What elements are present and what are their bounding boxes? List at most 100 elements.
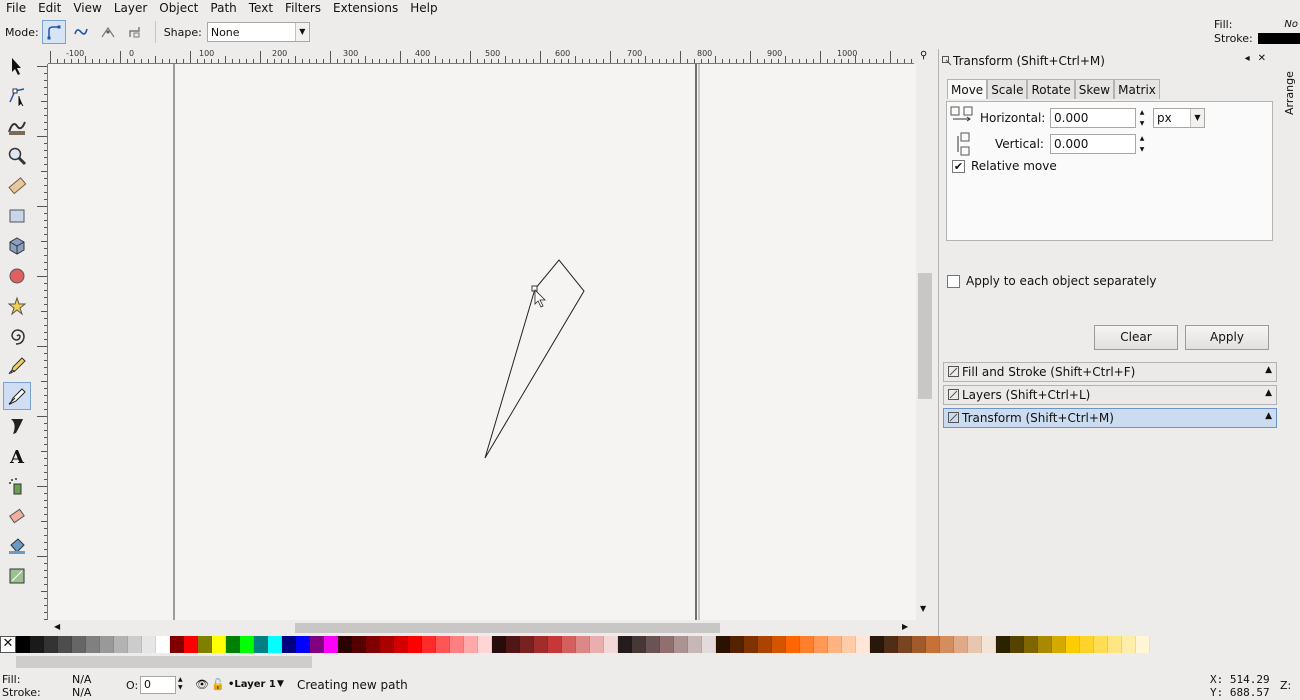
menu-text[interactable]: Text (243, 1, 279, 15)
style-indicator[interactable]: Fill: No Stroke: (1208, 17, 1300, 47)
color-swatch[interactable] (660, 636, 674, 653)
star-icon[interactable] (3, 292, 31, 320)
dock-iconify-icon[interactable]: ◂ (1245, 53, 1250, 64)
color-swatch[interactable] (282, 636, 296, 653)
color-swatch[interactable] (30, 636, 44, 653)
expand-caret-icon[interactable]: ▲ (1265, 388, 1272, 398)
color-swatch[interactable] (86, 636, 100, 653)
close-icon[interactable]: ✕ (1258, 53, 1266, 64)
scroll-left-icon[interactable]: ◀ (54, 622, 60, 631)
layer-visibility-icon[interactable]: 👁 (195, 678, 209, 691)
node-editor-icon[interactable] (3, 82, 31, 110)
menu-extensions[interactable]: Extensions (327, 1, 404, 15)
arrange-tab[interactable]: Arrange (1283, 55, 1299, 115)
expand-caret-icon[interactable]: ▲ (1265, 411, 1272, 421)
color-swatch[interactable] (1094, 636, 1108, 653)
tab-matrix[interactable]: Matrix (1114, 79, 1160, 99)
relative-move-label[interactable]: Relative move (971, 159, 1057, 173)
horizontal-spinner[interactable]: ▲ ▼ (1137, 108, 1147, 128)
tab-move[interactable]: Move (947, 79, 988, 99)
color-swatch[interactable] (422, 636, 436, 653)
stroke-swatch[interactable] (1258, 33, 1300, 44)
color-swatch[interactable] (674, 636, 688, 653)
no-paint-swatch[interactable]: ✕ (0, 636, 16, 653)
measure-icon[interactable] (3, 172, 31, 200)
color-swatch[interactable] (758, 636, 772, 653)
color-swatch[interactable] (814, 636, 828, 653)
color-swatch[interactable] (590, 636, 604, 653)
menu-layer[interactable]: Layer (108, 1, 153, 15)
spiral-icon[interactable] (3, 322, 31, 350)
tab-rotate[interactable]: Rotate (1027, 79, 1075, 99)
color-swatch[interactable] (1066, 636, 1080, 653)
calligraphy-icon[interactable] (3, 412, 31, 440)
color-swatch[interactable] (576, 636, 590, 653)
color-swatch[interactable] (380, 636, 394, 653)
color-swatch[interactable] (800, 636, 814, 653)
color-swatch[interactable] (128, 636, 142, 653)
color-swatch[interactable] (198, 636, 212, 653)
color-swatch[interactable] (1010, 636, 1024, 653)
color-swatch[interactable] (716, 636, 730, 653)
color-swatch[interactable] (506, 636, 520, 653)
color-swatch[interactable] (730, 636, 744, 653)
tab-scale[interactable]: Scale (987, 79, 1028, 99)
horizontal-ruler[interactable]: -100 0 100 200 300 400 500 600 700 800 900 1000 (48, 49, 914, 64)
zoom-icon[interactable] (3, 142, 31, 170)
color-swatch[interactable] (212, 636, 226, 653)
color-swatch[interactable] (366, 636, 380, 653)
unit-select[interactable]: px ▼ (1153, 108, 1205, 128)
color-swatch[interactable] (58, 636, 72, 653)
zoom-corner-icon[interactable]: ⚲ (920, 50, 927, 61)
text-icon[interactable]: A (3, 442, 31, 470)
spiro-path-icon[interactable] (69, 20, 93, 44)
bspline-path-icon[interactable] (96, 20, 120, 44)
color-swatch[interactable] (786, 636, 800, 653)
clear-button[interactable]: Clear (1094, 325, 1178, 350)
path-node-handle[interactable] (531, 285, 538, 292)
color-swatch[interactable] (16, 636, 30, 653)
vertical-spinner[interactable]: ▲ ▼ (1137, 134, 1147, 154)
eraser-icon[interactable] (3, 502, 31, 530)
horizontal-scrollbar[interactable]: ◀ ▶ (48, 620, 916, 636)
color-swatch[interactable] (1038, 636, 1052, 653)
selector-arrow-icon[interactable] (3, 52, 31, 80)
expand-caret-icon[interactable]: ▲ (1265, 365, 1272, 375)
docked-dialog-transform[interactable]: Transform (Shift+Ctrl+M) ▲ (943, 408, 1277, 428)
color-swatch[interactable] (646, 636, 660, 653)
color-swatch[interactable] (492, 636, 506, 653)
tweak-icon[interactable] (3, 112, 31, 140)
color-swatch[interactable] (464, 636, 478, 653)
color-swatch[interactable] (296, 636, 310, 653)
regular-bezier-icon[interactable] (41, 20, 66, 44)
ellipse-icon[interactable] (3, 262, 31, 290)
apply-each-label[interactable]: Apply to each object separately (966, 274, 1157, 288)
horizontal-scroll-thumb[interactable] (295, 623, 720, 633)
docked-dialog-layers[interactable]: Layers (Shift+Ctrl+L) ▲ (943, 385, 1277, 405)
color-swatch[interactable] (842, 636, 856, 653)
menu-path[interactable]: Path (204, 1, 242, 15)
color-swatch[interactable] (1080, 636, 1094, 653)
apply-each-checkbox[interactable] (947, 274, 960, 288)
apply-button[interactable]: Apply (1185, 325, 1269, 350)
color-swatch[interactable] (44, 636, 58, 653)
menu-object[interactable]: Object (153, 1, 204, 15)
color-swatch[interactable] (1122, 636, 1136, 653)
chevron-down-icon[interactable]: ▼ (277, 679, 284, 689)
color-swatch[interactable] (184, 636, 198, 653)
color-swatch[interactable] (926, 636, 940, 653)
menu-filters[interactable]: Filters (279, 1, 327, 15)
color-swatch[interactable] (968, 636, 982, 653)
color-swatch[interactable] (632, 636, 646, 653)
spray-icon[interactable] (3, 472, 31, 500)
color-swatch[interactable] (1108, 636, 1122, 653)
color-swatch[interactable] (436, 636, 450, 653)
color-swatch[interactable] (324, 636, 338, 653)
color-swatch[interactable] (618, 636, 632, 653)
color-swatch[interactable] (170, 636, 184, 653)
color-swatch[interactable] (142, 636, 156, 653)
color-swatch[interactable] (1052, 636, 1066, 653)
color-swatch[interactable] (898, 636, 912, 653)
color-swatch[interactable] (604, 636, 618, 653)
shape-select[interactable]: None ▼ (206, 22, 310, 42)
